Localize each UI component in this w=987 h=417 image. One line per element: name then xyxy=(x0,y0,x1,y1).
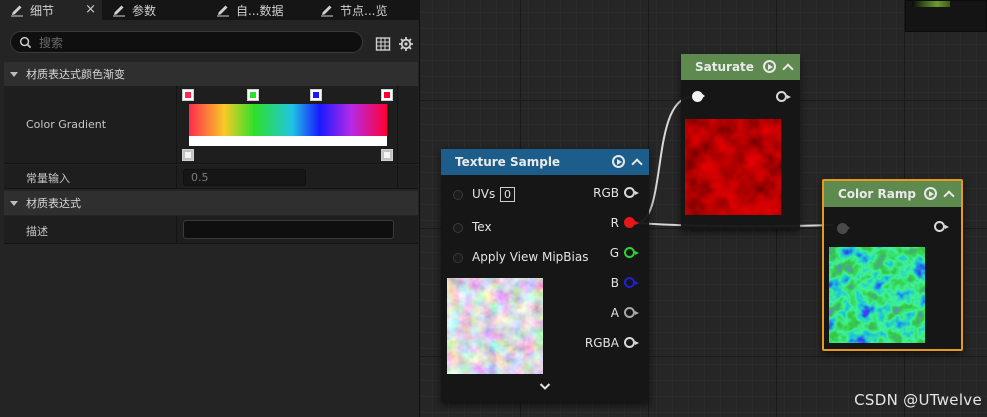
tab-parameters[interactable]: 参数 xyxy=(102,0,206,20)
color-gradient-editor[interactable] xyxy=(182,88,396,162)
column-divider xyxy=(176,165,177,188)
pin-label: G xyxy=(609,246,619,260)
output-pin[interactable] xyxy=(776,91,791,102)
column-divider xyxy=(397,165,398,188)
color-ramp-node[interactable]: Color Ramp xyxy=(822,179,963,351)
tab-label: 自...数据 xyxy=(236,3,284,18)
gradient-stop-top[interactable] xyxy=(182,89,194,101)
tab-label: 节点...览 xyxy=(340,3,388,18)
texture-preview xyxy=(447,278,543,374)
chevron-down-icon[interactable] xyxy=(539,382,551,391)
tab-node-overview[interactable]: 节点...览 xyxy=(310,0,414,20)
collapse-icon[interactable] xyxy=(631,156,643,168)
output-pin-a[interactable] xyxy=(624,307,639,318)
collapse-arrow-icon xyxy=(10,200,18,206)
output-pin-r[interactable] xyxy=(624,217,639,228)
input-pin-uvs[interactable] xyxy=(453,190,463,200)
pencil-icon xyxy=(11,5,23,17)
category-title: 材质表达式颜色渐变 xyxy=(26,68,125,81)
gradient-stop-top[interactable] xyxy=(381,89,393,101)
output-pin-rgba[interactable] xyxy=(624,337,639,348)
pin-arrow-icon xyxy=(701,93,705,99)
tab-custom-data[interactable]: 自...数据 xyxy=(206,0,310,20)
property-constant-input: 常量输入 0.5 xyxy=(4,165,418,189)
close-icon[interactable]: × xyxy=(85,2,96,17)
pin-label: RGB xyxy=(593,186,619,200)
pencil-icon xyxy=(217,5,229,17)
pin-arrow-icon xyxy=(846,225,850,231)
tab-details[interactable]: 细节 × xyxy=(0,0,102,20)
node-title: Texture Sample xyxy=(455,155,561,169)
input-pin-tex[interactable] xyxy=(453,223,463,233)
saturate-node[interactable]: Saturate xyxy=(681,54,800,229)
uv-index-field[interactable]: 0 xyxy=(500,187,515,202)
pencil-icon xyxy=(113,5,125,17)
pin-label: RGBA xyxy=(584,336,619,350)
gear-icon[interactable] xyxy=(398,36,414,52)
node-title: Saturate xyxy=(695,60,754,74)
gradient-bar[interactable] xyxy=(189,104,387,136)
search-row: 搜索 xyxy=(0,24,420,60)
gradient-stop-bottom[interactable] xyxy=(182,149,194,161)
pencil-icon xyxy=(321,5,333,17)
texture-sample-node[interactable]: Texture Sample UVs 0 Tex Apply View MipB… xyxy=(441,149,649,402)
pin-label: Apply View MipBias xyxy=(472,250,589,264)
tab-bar: 细节 × 参数 自...数据 节点...览 xyxy=(0,0,420,20)
input-pin-mipbias[interactable] xyxy=(453,253,463,263)
pin-label: B xyxy=(610,276,619,290)
table-view-icon[interactable] xyxy=(375,36,391,52)
property-description: 描述 xyxy=(4,216,418,244)
category-title: 材质表达式 xyxy=(26,197,81,210)
pin-label: Tex xyxy=(472,220,492,234)
output-pin-b[interactable] xyxy=(624,277,639,288)
gradient-stop-bottom[interactable] xyxy=(381,149,393,161)
node-header[interactable]: Color Ramp xyxy=(824,181,961,207)
collapse-icon[interactable] xyxy=(943,188,955,200)
preview-play-icon[interactable] xyxy=(763,60,776,73)
search-input[interactable]: 搜索 xyxy=(10,31,363,53)
pin-label: A xyxy=(610,306,619,320)
output-pin[interactable] xyxy=(934,221,949,232)
tab-label: 细节 xyxy=(30,3,55,18)
column-divider xyxy=(397,86,398,163)
pin-label: UVs xyxy=(472,187,496,201)
gradient-stop-top[interactable] xyxy=(247,89,259,101)
property-label: Color Gradient xyxy=(26,118,107,131)
collapse-arrow-icon xyxy=(10,71,18,77)
output-pin-rgb[interactable] xyxy=(624,187,639,198)
property-label: 描述 xyxy=(26,225,48,238)
description-field[interactable] xyxy=(183,220,394,239)
property-label: 常量输入 xyxy=(26,172,70,185)
collapse-icon[interactable] xyxy=(782,61,794,73)
category-material-expression[interactable]: 材质表达式 xyxy=(4,191,418,215)
node-header[interactable]: Saturate xyxy=(681,54,800,80)
node-header[interactable]: Texture Sample xyxy=(441,149,649,175)
details-panel: 细节 × 参数 自...数据 节点...览 搜索 材质表达式颜色渐变 Color… xyxy=(0,0,420,417)
output-pin-g[interactable] xyxy=(624,247,639,258)
search-icon xyxy=(19,36,32,48)
column-divider xyxy=(176,216,177,243)
gradient-stop-top[interactable] xyxy=(310,89,322,101)
constant-input-field[interactable]: 0.5 xyxy=(183,169,306,186)
category-color-gradient-expression[interactable]: 材质表达式颜色渐变 xyxy=(4,62,418,86)
preview-play-icon[interactable] xyxy=(612,155,625,168)
column-divider xyxy=(176,86,177,163)
viewport-preview xyxy=(905,0,987,32)
node-title: Color Ramp xyxy=(838,187,916,201)
tab-label: 参数 xyxy=(132,3,157,18)
watermark: CSDN @UTwelve xyxy=(854,391,982,409)
saturate-preview xyxy=(685,119,781,215)
color-ramp-preview xyxy=(829,247,925,343)
search-placeholder: 搜索 xyxy=(39,35,64,50)
pin-label: R xyxy=(610,216,619,230)
alpha-bar[interactable] xyxy=(189,136,387,146)
preview-play-icon[interactable] xyxy=(924,187,937,200)
